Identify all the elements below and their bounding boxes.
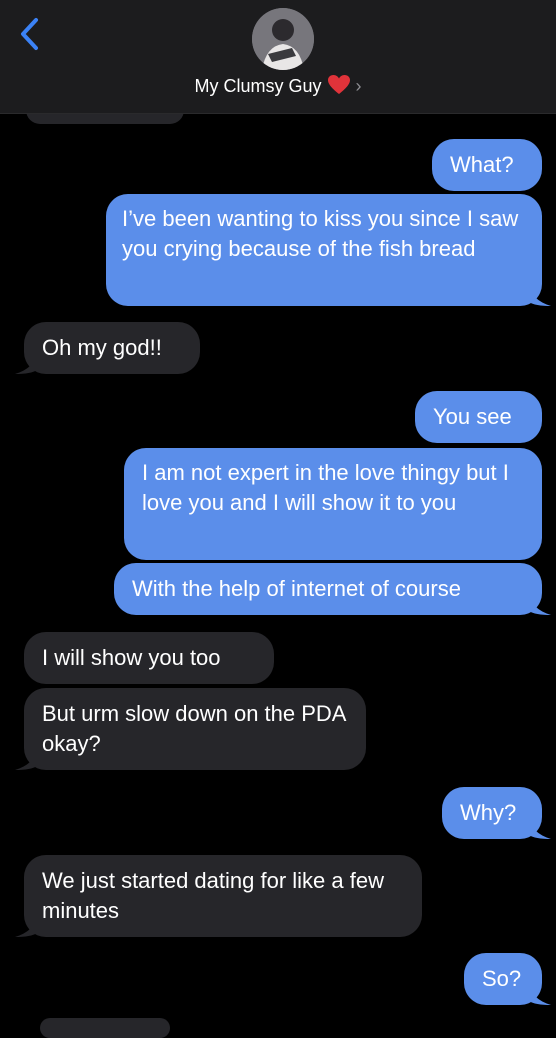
message-bubble-sent[interactable]: I am not expert in the love thingy but I… [124, 448, 542, 560]
chevron-right-icon: › [355, 76, 362, 96]
message-bubble-sent[interactable]: Why? [442, 787, 551, 839]
message-bubble-received-partial [40, 1018, 170, 1038]
message-bubble-sent[interactable]: So? [464, 953, 551, 1005]
message-text: I am not expert in the love thingy but I… [142, 460, 509, 515]
contact-name-button[interactable]: My Clumsy Guy › [0, 74, 556, 101]
message-text: I will show you too [42, 645, 221, 670]
message-text: We just started dating for like a few mi… [42, 868, 384, 923]
message-bubble-sent[interactable]: You see [415, 391, 542, 443]
chevron-left-icon [21, 18, 38, 50]
message-bubble-received[interactable]: I will show you too [24, 632, 274, 684]
message-text: What? [450, 152, 514, 177]
back-button[interactable] [14, 14, 48, 54]
message-bubble-sent[interactable]: With the help of internet of course [114, 563, 551, 615]
message-text: So? [482, 966, 522, 991]
message-bubble-sent[interactable]: What? [432, 139, 542, 191]
message-text: I’ve been wanting to kiss you since I sa… [122, 206, 519, 261]
contact-photo [252, 8, 314, 70]
message-text: Why? [460, 800, 517, 825]
message-bubble-received[interactable]: We just started dating for like a few mi… [15, 855, 422, 937]
message-text: Oh my god!! [42, 335, 162, 360]
message-bubble-received[interactable]: Oh my god!! [15, 322, 200, 374]
contact-name: My Clumsy Guy [194, 76, 322, 96]
red-heart-icon [327, 75, 350, 101]
message-text: But urm slow down on the PDA okay? [42, 701, 346, 756]
message-bubble-received[interactable]: But urm slow down on the PDA okay? [15, 688, 366, 770]
conversation-header: My Clumsy Guy › [0, 0, 556, 114]
message-bubble-sent[interactable]: I’ve been wanting to kiss you since I sa… [106, 194, 551, 306]
message-text: You see [433, 404, 512, 429]
avatar[interactable] [252, 8, 314, 70]
message-text: With the help of internet of course [132, 576, 461, 601]
